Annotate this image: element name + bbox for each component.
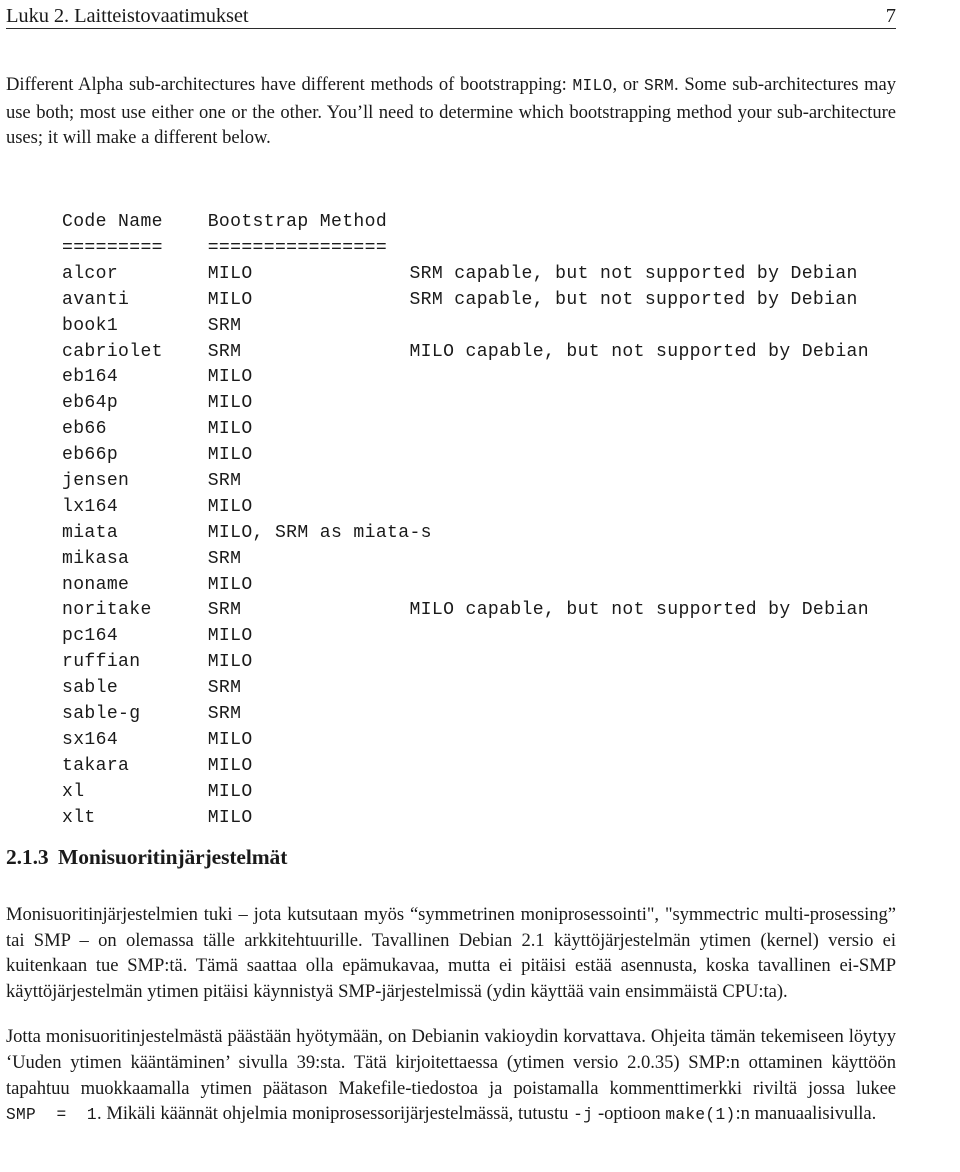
listing-row: sx164 MILO xyxy=(62,729,253,750)
section-number: 2.1.3 xyxy=(6,845,49,869)
listing-row: takara MILO xyxy=(62,755,253,776)
listing-row: lx164 MILO xyxy=(62,496,253,517)
listing-row: book1 SRM xyxy=(62,315,242,336)
listing-row: miata MILO, SRM as miata-s xyxy=(62,522,432,543)
listing-row: pc164 MILO xyxy=(62,626,253,647)
listing-row: ========= ================ xyxy=(62,237,410,258)
section-title: Monisuoritinjärjestelmät xyxy=(58,845,288,869)
listing-row: jensen SRM xyxy=(62,471,242,491)
listing-row: xl MILO xyxy=(62,781,253,802)
document-page: Luku 2. Laitteistovaatimukset 7 Differen… xyxy=(0,0,960,1172)
listing-row: avanti MILO SRM capable, but not support… xyxy=(62,289,858,310)
section-body: Monisuoritinjärjestelmien tuki – jota ku… xyxy=(6,902,896,1129)
chapter-title: Luku 2. Laitteistovaatimukset xyxy=(6,5,249,27)
body-paragraph-2: Jotta monisuoritinjestelmästä päästään h… xyxy=(6,1026,896,1125)
listing-row: cabriolet SRM MILO capable, but not supp… xyxy=(62,341,869,362)
listing-row: noname MILO xyxy=(62,574,253,595)
bootstrap-method-listing: Code Name Bootstrap Method ========= ===… xyxy=(62,210,869,831)
body-paragraph-1: Monisuoritinjärjestelmien tuki – jota ku… xyxy=(6,904,896,1002)
listing-row: sable SRM xyxy=(62,678,242,699)
listing-row: eb66p MILO xyxy=(62,445,253,466)
page-number: 7 xyxy=(885,5,896,27)
listing-row: eb66 MILO xyxy=(62,419,253,440)
listing-row: noritake SRM MILO capable, but not suppo… xyxy=(62,600,869,621)
section-heading: 2.1.3 Monisuoritinjärjestelmät xyxy=(6,845,896,870)
listing-row: alcor MILO SRM capable, but not supporte… xyxy=(62,263,858,284)
page-header: Luku 2. Laitteistovaatimukset 7 xyxy=(6,4,896,30)
listing-row: xlt MILO xyxy=(62,807,253,828)
header-divider xyxy=(6,28,896,29)
listing-row: eb164 MILO xyxy=(62,367,253,388)
listing-row: ruffian MILO xyxy=(62,652,253,673)
listing-row: eb64p MILO xyxy=(62,393,253,414)
listing-row: mikasa SRM xyxy=(62,548,242,569)
listing-row: sable-g SRM xyxy=(62,704,242,725)
intro-section: Different Alpha sub-architectures have d… xyxy=(6,72,896,151)
listing-row: Code Name Bootstrap Method xyxy=(62,212,410,233)
intro-paragraph: Different Alpha sub-architectures have d… xyxy=(6,74,896,149)
